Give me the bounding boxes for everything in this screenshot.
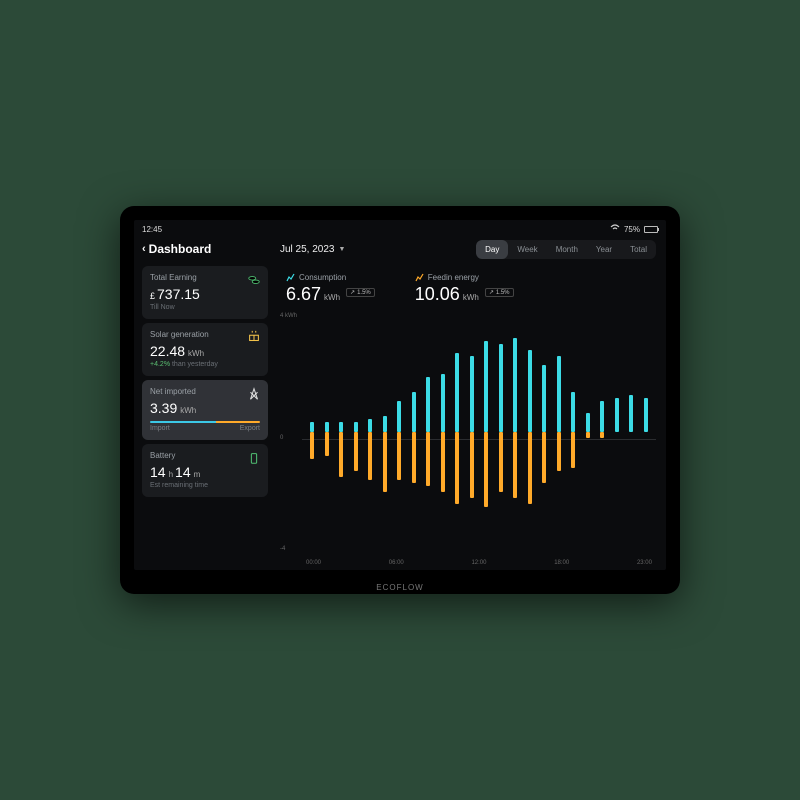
card-sub: +4.2% than yesterday	[150, 361, 260, 368]
card-net-imported[interactable]: Net imported 3.39 kWh Import Export	[142, 380, 268, 440]
card-label: Total Earning	[150, 273, 260, 282]
screen: 12:45 75% ‹ Dashboard Total Earning	[134, 220, 666, 570]
date-picker[interactable]: Jul 25, 2023 ▼	[280, 244, 345, 255]
solar-panel-icon	[247, 330, 261, 344]
tab-year[interactable]: Year	[587, 240, 621, 259]
status-bar: 12:45 75%	[134, 220, 666, 236]
card-total-earning[interactable]: Total Earning £ 737.15 Till Now	[142, 266, 268, 319]
card-label: Solar generation	[150, 330, 260, 339]
chevron-left-icon: ‹	[142, 243, 146, 255]
delta-badge: ↗1.5%	[485, 288, 514, 297]
yaxis-label: 4 kWh	[280, 313, 297, 319]
device-brand: ECOFLOW	[376, 583, 423, 592]
tab-month[interactable]: Month	[547, 240, 587, 259]
card-solar-generation[interactable]: Solar generation 22.48 kWh +4.2% than ye…	[142, 323, 268, 376]
card-battery[interactable]: Battery 14 h 14 m Est remaining time	[142, 444, 268, 497]
page-title: Dashboard	[149, 242, 212, 256]
card-value: 22.48 kWh	[150, 343, 260, 359]
feedin-icon	[415, 273, 424, 282]
import-export-labels: Import Export	[150, 425, 260, 432]
battery-percent: 75%	[624, 225, 640, 234]
date-label: Jul 25, 2023	[280, 244, 335, 255]
card-value: 3.39 kWh	[150, 400, 260, 416]
yaxis-label: -4	[280, 546, 285, 552]
card-label: Battery	[150, 451, 260, 460]
metric-consumption: Consumption 6.67 kWh ↗1.5%	[286, 273, 375, 305]
device-frame: 12:45 75% ‹ Dashboard Total Earning	[120, 206, 680, 594]
caret-down-icon: ▼	[339, 246, 346, 253]
battery-icon	[644, 226, 658, 233]
xaxis: 00:00 06:00 12:00 18:00 23:00	[302, 560, 656, 566]
card-value: £ 737.15	[150, 286, 260, 302]
main-panel: Jul 25, 2023 ▼ Day Week Month Year Total	[274, 236, 666, 570]
clock: 12:45	[142, 225, 162, 234]
metric-feedin: Feedin energy 10.06 kWh ↗1.5%	[415, 273, 514, 305]
import-export-bar	[150, 421, 260, 423]
wifi-icon	[610, 224, 620, 234]
delta-badge: ↗1.5%	[346, 288, 375, 297]
battery-icon	[247, 451, 261, 465]
chart-bars	[302, 311, 656, 552]
card-label: Net imported	[150, 387, 260, 396]
card-sub: Est remaining time	[150, 482, 260, 489]
tab-total[interactable]: Total	[621, 240, 656, 259]
card-value: 14 h 14 m	[150, 464, 260, 480]
sidebar-back[interactable]: ‹ Dashboard	[142, 242, 268, 256]
yaxis-label: 0	[280, 435, 283, 441]
card-sub: Till Now	[150, 304, 260, 311]
tab-week[interactable]: Week	[508, 240, 546, 259]
tab-day[interactable]: Day	[476, 240, 508, 259]
coins-icon	[247, 273, 261, 287]
sidebar: ‹ Dashboard Total Earning £ 737.15 Till …	[134, 236, 274, 570]
consumption-icon	[286, 273, 295, 282]
grid-icon	[247, 387, 261, 401]
chart: 4 kWh 0 -4 00:00 06:00 12:00 18:00 23:00	[280, 311, 656, 566]
range-segmented: Day Week Month Year Total	[476, 240, 656, 259]
